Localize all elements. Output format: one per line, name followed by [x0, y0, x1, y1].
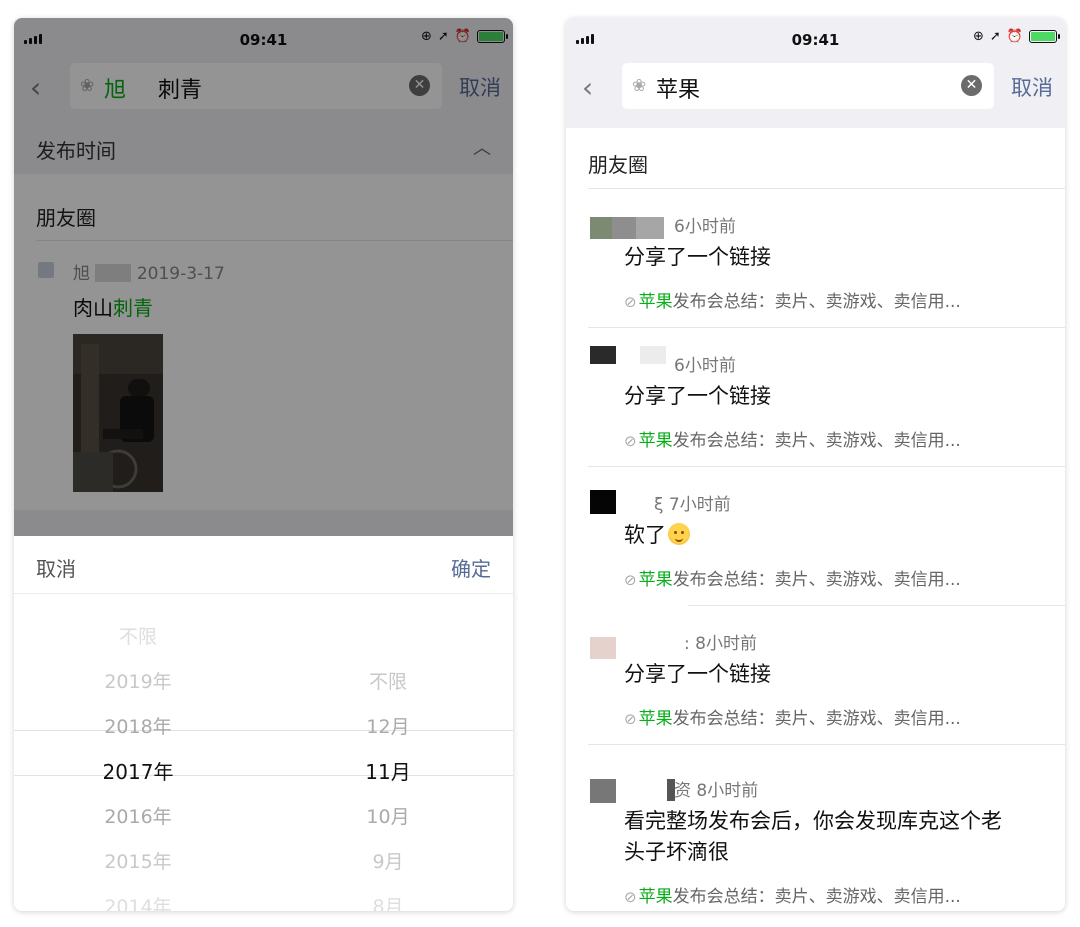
right-phone-screen: 09:41 ⊕ ➚ ⏰ ‹ ❀ 苹果 ✕ 取消 朋友圈 6小时前 分享了一个链接… — [566, 18, 1065, 911]
search-results: 朋友圈 6小时前 分享了一个链接 ⊘ 苹果发布会总结：卖片、卖游戏、卖信用... … — [566, 120, 1065, 911]
link-icon: ⊘ — [624, 432, 637, 450]
post-text-line2: 头子坏滴很 — [624, 840, 729, 864]
month-option[interactable]: 8月 — [318, 885, 458, 911]
status-bar: 09:41 ⊕ ➚ ⏰ — [566, 18, 1065, 58]
status-icons: ⊕ ➚ ⏰ — [973, 29, 1060, 44]
post-link[interactable]: ⊘ 苹果发布会总结：卖片、卖游戏、卖信用... — [624, 426, 961, 451]
month-option[interactable]: 12月 — [318, 705, 458, 750]
month-option[interactable]: 不限 — [318, 660, 458, 705]
keyword-highlight: 苹果 — [638, 292, 673, 312]
post-time: ξ 7小时前 — [654, 495, 731, 515]
search-bar: ‹ ❀ 苹果 ✕ 取消 — [566, 58, 1065, 120]
search-query: 苹果 — [656, 78, 701, 103]
blurred-avatar[interactable] — [590, 490, 616, 514]
keyword-highlight: 苹果 — [638, 570, 673, 590]
link-icon: ⊘ — [624, 710, 637, 728]
year-option[interactable]: 2018年 — [68, 705, 208, 750]
blurred-avatar[interactable] — [590, 217, 664, 239]
alarm-icon: ⏰ — [1006, 29, 1023, 44]
month-option-selected[interactable]: 11月 — [318, 750, 458, 795]
year-option-selected[interactable]: 2017年 — [68, 750, 208, 795]
year-option[interactable]: 2015年 — [68, 840, 208, 885]
battery-icon — [1029, 30, 1060, 43]
section-gap — [566, 120, 1065, 128]
post-link[interactable]: ⊘ 苹果发布会总结：卖片、卖游戏、卖信用... — [624, 704, 961, 729]
blurred-name — [640, 346, 666, 364]
keyword-highlight: 苹果 — [638, 431, 673, 451]
month-wheel[interactable]: 不限 12月 11月 10月 9月 8月 — [318, 660, 458, 911]
link-icon: ⊘ — [624, 888, 637, 906]
month-option[interactable]: 10月 — [318, 795, 458, 840]
divider — [588, 327, 1065, 328]
picker-cancel-button[interactable]: 取消 — [36, 553, 76, 582]
keyword-highlight: 苹果 — [638, 709, 673, 729]
divider — [688, 605, 1065, 606]
left-phone-screen: 09:41 ⊕ ➚ ⏰ ‹ ❀ 旭 刺青 ✕ 取消 发布时间 ︿ 朋友圈 旭 2… — [14, 18, 513, 911]
picker-toolbar: 取消 确定 — [14, 536, 513, 594]
post-link[interactable]: ⊘ 苹果发布会总结：卖片、卖游戏、卖信用... — [624, 882, 961, 907]
year-option[interactable]: 2016年 — [68, 795, 208, 840]
link-icon: ⊘ — [624, 571, 637, 589]
search-input[interactable]: ❀ 苹果 ✕ — [622, 63, 994, 109]
post-time: 6小时前 — [674, 356, 736, 376]
sun-emoji-icon — [668, 523, 690, 545]
year-option[interactable]: 2019年 — [68, 660, 208, 705]
picker-confirm-button[interactable]: 确定 — [451, 553, 491, 582]
blurred-avatar[interactable] — [590, 637, 616, 659]
clear-icon[interactable]: ✕ — [961, 75, 982, 96]
post-text: 分享了一个链接 — [624, 384, 771, 408]
year-option[interactable]: 2014年 — [68, 885, 208, 911]
post-text: 分享了一个链接 — [624, 662, 771, 686]
search-cancel-button[interactable]: 取消 — [1011, 72, 1053, 102]
section-title: 朋友圈 — [588, 153, 648, 177]
post-text: 看完整场发布会后，你会发现库克这个老 — [624, 809, 1002, 833]
rotation-lock-icon: ⊕ — [973, 29, 984, 44]
search-icon: ❀ — [632, 76, 647, 96]
blurred-avatar[interactable] — [590, 346, 616, 364]
blurred-avatar[interactable] — [590, 779, 616, 803]
post-text: 分享了一个链接 — [624, 245, 771, 269]
dim-overlay[interactable] — [14, 18, 513, 536]
divider — [588, 466, 1065, 467]
month-option[interactable]: 9月 — [318, 840, 458, 885]
post-time: 6小时前 — [674, 217, 736, 237]
post-link[interactable]: ⊘ 苹果发布会总结：卖片、卖游戏、卖信用... — [624, 287, 961, 312]
post-time: 资 8小时前 — [674, 781, 759, 801]
back-icon[interactable]: ‹ — [582, 74, 593, 102]
date-picker: 取消 确定 不限 2019年 2018年 2017年 2016年 2015年 2… — [14, 536, 513, 911]
post-time: : 8小时前 — [684, 634, 757, 654]
year-wheel[interactable]: 不限 2019年 2018年 2017年 2016年 2015年 2014年 — [68, 615, 208, 911]
post-text: 软了 — [624, 520, 690, 551]
divider — [588, 188, 1065, 189]
divider — [588, 744, 1065, 745]
keyword-highlight: 苹果 — [638, 887, 673, 907]
link-icon: ⊘ — [624, 293, 637, 311]
year-option[interactable]: 不限 — [68, 615, 208, 660]
location-icon: ➚ — [989, 29, 1001, 44]
post-link[interactable]: ⊘ 苹果发布会总结：卖片、卖游戏、卖信用... — [624, 565, 961, 590]
